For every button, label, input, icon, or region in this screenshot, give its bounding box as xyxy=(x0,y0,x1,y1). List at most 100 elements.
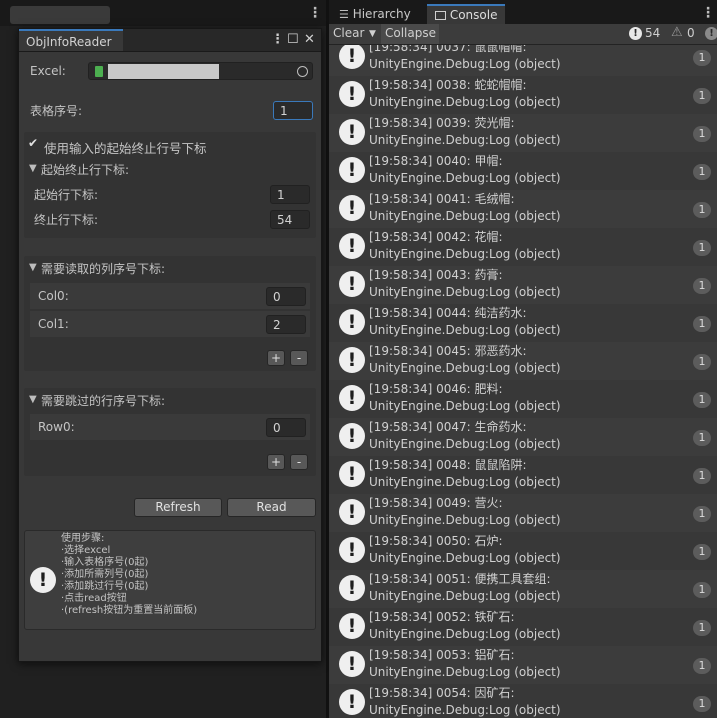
log-text: [19:58:34] 0042: 花帽: UnityEngine.Debug:Lo… xyxy=(369,229,561,263)
log-count-badge: 1 xyxy=(693,240,711,256)
log-stack-line: UnityEngine.Debug:Log (object) xyxy=(369,323,561,337)
console-log-list[interactable]: ! [19:58:34] 0037: 鼠鼠帽帽: UnityEngine.Debug… xyxy=(329,45,717,718)
clear-button[interactable]: Clear xyxy=(329,24,368,44)
maximize-icon[interactable]: ☐ xyxy=(287,32,299,47)
start-row-input[interactable]: 1 xyxy=(270,185,310,204)
warning-filter-icon[interactable]: ⚠ xyxy=(671,25,683,40)
tab-console[interactable]: Console xyxy=(427,4,506,24)
background-tab[interactable] xyxy=(10,6,110,24)
log-count-badge: 1 xyxy=(693,620,711,636)
start-row-label: 起始行下标: xyxy=(34,188,99,202)
help-line: ·点击read按钮 xyxy=(61,593,127,604)
log-stack-line: UnityEngine.Debug:Log (object) xyxy=(369,703,561,717)
log-message: [19:58:34] 0046: 肥料: xyxy=(369,382,503,396)
columns-group: ▼ 需要读取的列序号下标: Col0: 0 Col1: 2 + - xyxy=(24,256,316,371)
log-entry[interactable]: ! [19:58:34] 0041: 毛绒帽: UnityEngine.Debug:… xyxy=(329,190,717,228)
log-info-icon: ! xyxy=(339,157,365,183)
log-stack-line: UnityEngine.Debug:Log (object) xyxy=(369,247,561,261)
columns-group-title[interactable]: 需要读取的列序号下标: xyxy=(41,260,165,277)
log-text: [19:58:34] 0045: 邪恶药水: UnityEngine.Debug:… xyxy=(369,343,561,377)
log-entry[interactable]: ! [19:58:34] 0047: 生命药水: UnityEngine.Debug… xyxy=(329,418,717,456)
console-menu-icon[interactable]: ⋮ xyxy=(701,6,715,20)
log-message: [19:58:34] 0051: 便携工具套组: xyxy=(369,572,551,586)
excel-label: Excel: xyxy=(30,64,66,78)
info-count[interactable]: 54 xyxy=(645,26,660,40)
remove-skip-row-button[interactable]: - xyxy=(290,454,308,470)
log-count-badge: 1 xyxy=(693,164,711,180)
log-message: [19:58:34] 0043: 药膏: xyxy=(369,268,503,282)
log-entry[interactable]: ! [19:58:34] 0048: 鼠鼠陷阱: UnityEngine.Debug… xyxy=(329,456,717,494)
info-filter-icon[interactable]: ! xyxy=(629,27,642,40)
column-label: Col1: xyxy=(38,317,69,331)
window-tab[interactable]: ObjInfoReader xyxy=(19,29,123,51)
log-message: [19:58:34] 0045: 邪恶药水: xyxy=(369,344,527,358)
range-group-title[interactable]: 起始终止行下标: xyxy=(41,161,129,178)
console-icon xyxy=(435,11,446,20)
log-text: [19:58:34] 0052: 铁矿石: UnityEngine.Debug:L… xyxy=(369,609,561,643)
error-filter-icon[interactable]: ! xyxy=(705,27,717,40)
object-picker-icon[interactable] xyxy=(297,66,308,77)
warning-count[interactable]: 0 xyxy=(687,26,695,40)
range-foldout-triangle-icon[interactable]: ▼ xyxy=(29,163,37,174)
skip-rows-group-title[interactable]: 需要跳过的行序号下标: xyxy=(41,392,165,409)
use-range-label[interactable]: 使用输入的起始终止行号下标 xyxy=(44,138,207,157)
skip-rows-foldout-triangle-icon[interactable]: ▼ xyxy=(29,394,37,405)
skip-row-label: Row0: xyxy=(38,420,75,434)
log-entry[interactable]: ! [19:58:34] 0040: 甲帽: UnityEngine.Debug:L… xyxy=(329,152,717,190)
log-entry[interactable]: ! [19:58:34] 0044: 纯洁药水: UnityEngine.Debug… xyxy=(329,304,717,342)
add-skip-row-button[interactable]: + xyxy=(267,454,285,470)
log-count-badge: 1 xyxy=(693,126,711,142)
log-stack-line: UnityEngine.Debug:Log (object) xyxy=(369,475,561,489)
collapse-toggle[interactable]: Collapse xyxy=(381,24,439,44)
log-info-icon: ! xyxy=(339,119,365,145)
log-entry[interactable]: ! [19:58:34] 0049: 营火: UnityEngine.Debug:L… xyxy=(329,494,717,532)
log-entry[interactable]: ! [19:58:34] 0051: 便携工具套组: UnityEngine.Deb… xyxy=(329,570,717,608)
log-entry[interactable]: ! [19:58:34] 0037: 鼠鼠帽帽: UnityEngine.Debug… xyxy=(329,45,717,76)
column-input[interactable]: 2 xyxy=(266,315,306,334)
help-line: 使用步骤: xyxy=(61,533,105,544)
skip-rows-group: ▼ 需要跳过的行序号下标: Row0: 0 + - xyxy=(24,388,316,476)
table-index-input[interactable]: 1 xyxy=(273,101,313,120)
log-message: [19:58:34] 0049: 营火: xyxy=(369,496,503,510)
log-entry[interactable]: ! [19:58:34] 0043: 药膏: UnityEngine.Debug:L… xyxy=(329,266,717,304)
window-titlebar[interactable]: ObjInfoReader ⋮ ☐ ✕ xyxy=(19,29,321,52)
log-entry[interactable]: ! [19:58:34] 0050: 石炉: UnityEngine.Debug:L… xyxy=(329,532,717,570)
log-message: [19:58:34] 0037: 鼠鼠帽帽: xyxy=(369,45,527,54)
clear-options-dropdown-icon[interactable]: ▼ xyxy=(369,25,376,43)
objinforeader-window: ObjInfoReader ⋮ ☐ ✕ Excel: 表格序号: 1 ✔ 使用输… xyxy=(18,28,322,662)
help-text: 使用步骤: ·选择excel ·输入表格序号(0起) ·添加所需列号(0起) ·添加跳过… xyxy=(61,533,197,617)
log-entry[interactable]: ! [19:58:34] 0039: 荧光帽: UnityEngine.Debug:… xyxy=(329,114,717,152)
close-icon[interactable]: ✕ xyxy=(304,32,315,47)
add-column-button[interactable]: + xyxy=(267,350,285,366)
remove-column-button[interactable]: - xyxy=(290,350,308,366)
checkmark-icon[interactable]: ✔ xyxy=(28,137,40,149)
excel-object-field[interactable] xyxy=(88,62,313,80)
log-entry[interactable]: ! [19:58:34] 0038: 蛇蛇帽帽: UnityEngine.Debug… xyxy=(329,76,717,114)
end-row-input[interactable]: 54 xyxy=(270,210,310,229)
log-entry[interactable]: ! [19:58:34] 0042: 花帽: UnityEngine.Debug:L… xyxy=(329,228,717,266)
log-entry[interactable]: ! [19:58:34] 0054: 因矿石: UnityEngine.Debug:… xyxy=(329,684,717,718)
refresh-button[interactable]: Refresh xyxy=(134,498,222,517)
column-input[interactable]: 0 xyxy=(266,287,306,306)
help-line: ·添加所需列号(0起) xyxy=(61,569,149,580)
read-button[interactable]: Read xyxy=(227,498,316,517)
log-entry[interactable]: ! [19:58:34] 0052: 铁矿石: UnityEngine.Debug:… xyxy=(329,608,717,646)
log-count-badge: 1 xyxy=(693,696,711,712)
log-stack-line: UnityEngine.Debug:Log (object) xyxy=(369,627,561,641)
log-stack-line: UnityEngine.Debug:Log (object) xyxy=(369,57,561,71)
log-entry[interactable]: ! [19:58:34] 0045: 邪恶药水: UnityEngine.Debug… xyxy=(329,342,717,380)
window-menu-icon[interactable]: ⋮ xyxy=(271,32,284,47)
skip-row-input[interactable]: 0 xyxy=(266,418,306,437)
log-stack-line: UnityEngine.Debug:Log (object) xyxy=(369,361,561,375)
columns-foldout-triangle-icon[interactable]: ▼ xyxy=(29,262,37,273)
left-panel-menu-icon[interactable]: ⋮ xyxy=(308,6,322,20)
log-entry[interactable]: ! [19:58:34] 0053: 铝矿石: UnityEngine.Debug:… xyxy=(329,646,717,684)
log-message: [19:58:34] 0047: 生命药水: xyxy=(369,420,527,434)
log-info-icon: ! xyxy=(339,499,365,525)
log-entry[interactable]: ! [19:58:34] 0046: 肥料: UnityEngine.Debug:L… xyxy=(329,380,717,418)
log-message: [19:58:34] 0041: 毛绒帽: xyxy=(369,192,515,206)
log-count-badge: 1 xyxy=(693,392,711,408)
log-count-badge: 1 xyxy=(693,202,711,218)
log-count-badge: 1 xyxy=(693,278,711,294)
tab-hierarchy[interactable]: ☰ Hierarchy xyxy=(331,4,419,24)
